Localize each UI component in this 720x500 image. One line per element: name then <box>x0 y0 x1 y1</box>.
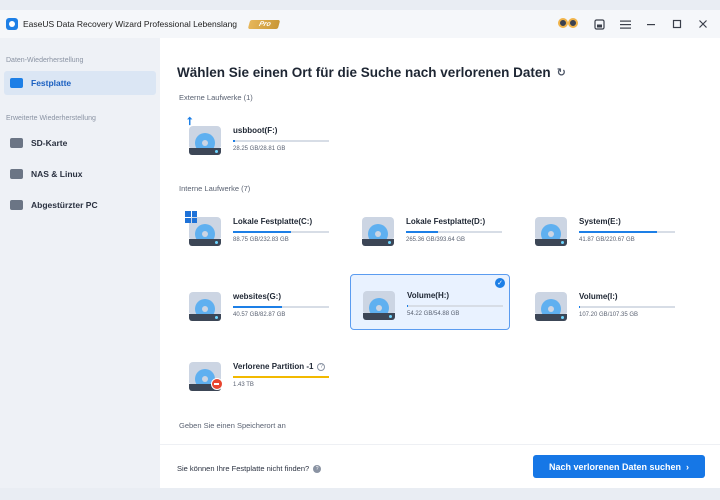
help-icon[interactable]: ? <box>313 464 322 473</box>
drive-name-text: Verlorene Partition -1 <box>233 362 314 371</box>
scan-button-label: Nach verlorenen Daten suchen <box>548 461 682 472</box>
cant-find-drive-text: Sie können Ihre Festplatte nicht finden? <box>177 464 310 473</box>
drive-icon <box>189 288 221 321</box>
windows-icon <box>185 211 197 223</box>
drive-name: Lokale Festplatte(C:) <box>233 217 313 226</box>
drive-icon: ⭡ <box>187 116 221 155</box>
page-title-text: Wählen Sie einen Ort für die Suche nach … <box>177 65 551 80</box>
sidebar-item-crashed-pc[interactable]: Abgestürzter PC <box>4 193 156 217</box>
drive-size: 40.57 GB/82.87 GB <box>233 312 286 318</box>
sidebar-item-festplatte[interactable]: Festplatte <box>4 71 156 95</box>
drive-size: 88.75 GB/232.83 GB <box>233 237 289 243</box>
chevron-right-icon: › <box>686 461 690 472</box>
scan-button[interactable]: Nach verlorenen Daten suchen › <box>533 455 705 478</box>
save-icon[interactable] <box>592 17 606 31</box>
maximize-icon[interactable] <box>670 17 684 31</box>
sidebar-section-recovery: Daten-Wiederherstellung <box>6 57 84 64</box>
drive-card-usbboot[interactable]: ⭡ usbboot(F:) 28.25 GB/28.81 GB <box>177 110 337 166</box>
sidebar-section-advanced: Erweiterte Wiederherstellung <box>6 115 96 122</box>
main-panel: Wählen Sie einen Ort für die Suche nach … <box>160 38 720 488</box>
drive-usage-bar <box>579 306 675 308</box>
sidebar-item-label: NAS & Linux <box>31 169 83 179</box>
minimize-icon[interactable] <box>644 17 658 31</box>
app-title: EaseUS Data Recovery Wizard Professional… <box>23 19 238 29</box>
drive-icon <box>185 211 221 246</box>
drive-size: 107.20 GB/107.35 GB <box>579 312 639 318</box>
lost-partition-icon <box>211 378 223 390</box>
drive-size: 54.22 GB/54.88 GB <box>407 311 460 317</box>
drive-icon <box>362 213 394 246</box>
sidebar-item-sd-karte[interactable]: SD-Karte <box>4 131 156 155</box>
sd-card-icon <box>10 138 23 148</box>
refresh-icon[interactable]: ↻ <box>557 66 566 79</box>
cant-find-drive-link[interactable]: Sie können Ihre Festplatte nicht finden?… <box>177 464 322 473</box>
sidebar-item-nas-linux[interactable]: NAS & Linux <box>4 162 156 186</box>
drive-card-h[interactable]: Volume(H:) 54.22 GB/54.88 GB ✓ <box>350 274 510 330</box>
hard-drive-icon <box>10 78 23 88</box>
app-logo-icon <box>6 18 18 30</box>
drive-card-d[interactable]: Lokale Festplatte(D:) 265.36 GB/393.64 G… <box>350 201 510 257</box>
specify-location-label: Geben Sie einen Speicherort an <box>179 421 286 430</box>
owl-icon[interactable] <box>558 17 580 31</box>
menu-icon[interactable] <box>618 17 632 31</box>
crashed-pc-icon <box>10 200 23 210</box>
drive-size: 28.25 GB/28.81 GB <box>233 146 286 152</box>
drive-icon <box>189 358 223 391</box>
drive-icon <box>363 287 395 320</box>
drive-name: Verlorene Partition -1 ? <box>233 362 326 371</box>
drive-card-c[interactable]: Lokale Festplatte(C:) 88.75 GB/232.83 GB <box>177 201 337 257</box>
drive-card-lost-partition[interactable]: Verlorene Partition -1 ? 1.43 TB <box>177 346 337 402</box>
drive-name: websites(G:) <box>233 292 282 301</box>
check-icon: ✓ <box>495 278 505 288</box>
external-drives-label: Externe Laufwerke (1) <box>179 93 253 102</box>
window-controls <box>558 17 710 31</box>
drive-size: 265.36 GB/393.64 GB <box>406 237 466 243</box>
nas-icon <box>10 169 23 179</box>
sidebar-item-label: SD-Karte <box>31 138 68 148</box>
drive-usage-bar <box>233 140 329 142</box>
drive-name: Lokale Festplatte(D:) <box>406 217 486 226</box>
help-icon[interactable]: ? <box>317 362 326 371</box>
drive-size: 1.43 TB <box>233 382 254 388</box>
drive-size: 41.87 GB/220.67 GB <box>579 237 635 243</box>
drive-icon <box>535 288 567 321</box>
sidebar-item-label: Festplatte <box>31 78 72 88</box>
drive-usage-bar <box>233 376 329 378</box>
sidebar: Daten-Wiederherstellung Festplatte Erwei… <box>0 38 160 488</box>
drive-usage-bar <box>406 231 502 233</box>
drive-icon <box>535 213 567 246</box>
sidebar-item-label: Abgestürzter PC <box>31 200 98 210</box>
drive-name: usbboot(F:) <box>233 126 278 135</box>
internal-drives-label: Interne Laufwerke (7) <box>179 184 251 193</box>
usb-icon: ⭡ <box>187 116 193 128</box>
drive-usage-bar <box>233 231 329 233</box>
drive-usage-bar <box>233 306 329 308</box>
drive-name: System(E:) <box>579 217 621 226</box>
footer: Sie können Ihre Festplatte nicht finden?… <box>160 444 720 488</box>
pro-badge: Pro <box>247 19 280 29</box>
title-bar: EaseUS Data Recovery Wizard Professional… <box>0 10 720 38</box>
drive-name: Volume(I:) <box>579 292 618 301</box>
drive-card-g[interactable]: websites(G:) 40.57 GB/82.87 GB <box>177 276 337 332</box>
drive-name: Volume(H:) <box>407 291 450 300</box>
drive-usage-bar <box>579 231 675 233</box>
drive-card-e[interactable]: System(E:) 41.87 GB/220.67 GB <box>523 201 683 257</box>
page-title: Wählen Sie einen Ort für die Suche nach … <box>177 65 566 80</box>
drive-card-i[interactable]: Volume(I:) 107.20 GB/107.35 GB <box>523 276 683 332</box>
drive-usage-bar <box>407 305 503 307</box>
close-icon[interactable] <box>696 17 710 31</box>
